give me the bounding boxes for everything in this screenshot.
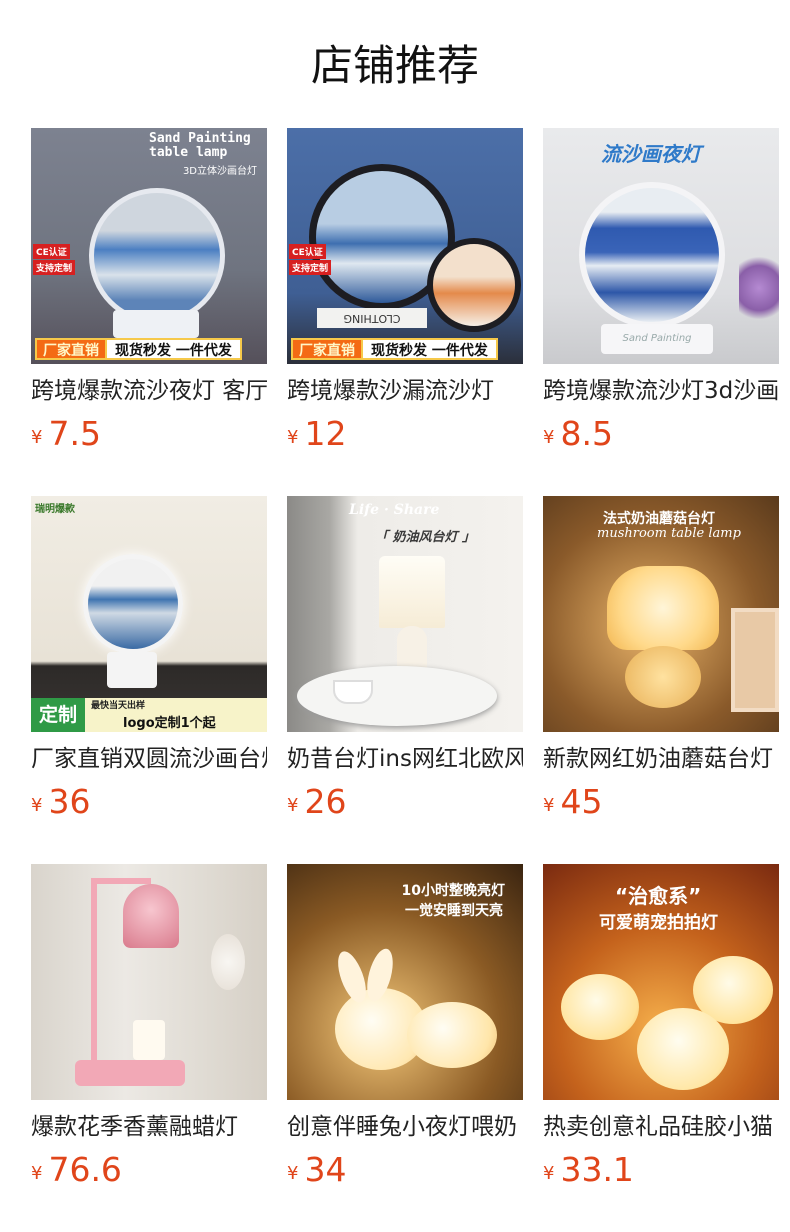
badge-factory: 厂家直销 [291,338,363,360]
product-name[interactable]: 跨境爆款流沙夜灯 客厅 [31,374,267,408]
product-card[interactable]: 10小时整晚亮灯 一觉安睡到天亮 创意伴睡兔小夜灯喂奶 ¥34 [287,864,523,1189]
currency-symbol: ¥ [543,427,555,448]
promo-badge: 厂家直销 现货秒发 一件代发 [35,338,242,360]
product-price: ¥8.5 [543,414,613,453]
product-name[interactable]: 创意伴睡兔小夜灯喂奶 [287,1110,523,1144]
currency-symbol: ¥ [31,1163,43,1184]
image-heading: Life · Share [349,502,440,518]
custom-badge: 定制 最快当天出样 logo定制1个起 [31,698,267,732]
product-name[interactable]: 厂家直销双圆流沙画台灯 [31,742,267,776]
product-image[interactable]: CLOTHING CE认证 支持定制 厂家直销 现货秒发 一件代发 [287,128,523,364]
badge-speed: 最快当天出样 [91,701,146,711]
currency-symbol: ¥ [543,795,555,816]
product-price: ¥33.1 [543,1150,634,1189]
currency-symbol: ¥ [543,1163,555,1184]
product-name[interactable]: 爆款花季香薰融蜡灯 [31,1110,267,1144]
currency-symbol: ¥ [31,427,43,448]
currency-symbol: ¥ [287,427,299,448]
tag-ce: CE认证 [33,244,70,259]
product-image[interactable]: 瑞明爆款 定制 最快当天出样 logo定制1个起 [31,496,267,732]
book: CLOTHING [317,308,427,328]
product-image[interactable]: 流沙画夜灯 Sand Painting [543,128,779,364]
product-image[interactable] [31,864,267,1100]
product-card[interactable]: 爆款花季香薰融蜡灯 ¥76.6 [31,864,267,1189]
image-sub: 「 奶油风台灯 」 [375,530,476,545]
product-price: ¥26 [287,782,347,821]
badge-factory: 厂家直销 [35,338,107,360]
image-sub: 可爱萌宠拍拍灯 [599,913,718,933]
product-card[interactable]: CLOTHING CE认证 支持定制 厂家直销 现货秒发 一件代发 跨境爆款沙漏… [287,128,523,453]
product-price: ¥12 [287,414,347,453]
image-heading: 10小时整晚亮灯 [401,883,505,899]
badge-shipping: 现货秒发 一件代发 [363,338,498,360]
product-card[interactable]: “治愈系” 可爱萌宠拍拍灯 热卖创意礼品硅胶小猫 ¥33.1 [543,864,779,1189]
product-name[interactable]: 奶昔台灯ins网红北欧风 [287,742,523,776]
product-image[interactable]: 10小时整晚亮灯 一觉安睡到天亮 [287,864,523,1100]
image-heading: Sand Painting table lamp [149,131,251,160]
image-sub: 一觉安睡到天亮 [405,903,503,919]
product-name[interactable]: 跨境爆款沙漏流沙灯 [287,374,523,408]
product-image[interactable]: 法式奶油蘑菇台灯 mushroom table lamp [543,496,779,732]
product-price: ¥45 [543,782,603,821]
promo-badge: 厂家直销 现货秒发 一件代发 [291,338,498,360]
badge-logo: logo定制1个起 [123,716,216,731]
product-card[interactable]: 瑞明爆款 定制 最快当天出样 logo定制1个起 厂家直销双圆流沙画台灯 ¥36 [31,496,267,821]
badge-custom: 定制 [31,698,86,732]
product-card[interactable]: 法式奶油蘑菇台灯 mushroom table lamp 新款网红奶油蘑菇台灯 … [543,496,779,821]
badge-shipping: 现货秒发 一件代发 [107,338,242,360]
image-heading: “治愈系” [615,884,702,908]
tag-custom: 支持定制 [33,260,76,275]
currency-symbol: ¥ [287,795,299,816]
product-price: ¥36 [31,782,91,821]
image-corner-text: 瑞明爆款 [35,504,75,515]
product-card[interactable]: 流沙画夜灯 Sand Painting 跨境爆款流沙灯3d沙画 ¥8.5 [543,128,779,453]
product-name[interactable]: 热卖创意礼品硅胶小猫 [543,1110,779,1144]
currency-symbol: ¥ [31,795,43,816]
image-sub: mushroom table lamp [597,526,741,541]
product-image[interactable]: Life · Share 「 奶油风台灯 」 [287,496,523,732]
product-image[interactable]: “治愈系” 可爱萌宠拍拍灯 [543,864,779,1100]
product-card[interactable]: Life · Share 「 奶油风台灯 」 奶昔台灯ins网红北欧风 ¥26 [287,496,523,821]
product-name[interactable]: 新款网红奶油蘑菇台灯 [543,742,779,776]
tag-custom: 支持定制 [289,260,332,275]
image-heading: 法式奶油蘑菇台灯 [603,511,715,527]
product-price: ¥7.5 [31,414,101,453]
product-price: ¥34 [287,1150,347,1189]
currency-symbol: ¥ [287,1163,299,1184]
lamp-base: Sand Painting [601,324,713,354]
tag-ce: CE认证 [289,244,326,259]
product-price: ¥76.6 [31,1150,122,1189]
product-card[interactable]: Sand Painting table lamp 3D立体沙画台灯 CE认证 支… [31,128,267,453]
image-heading: 流沙画夜灯 [601,142,701,166]
image-sub: 3D立体沙画台灯 [182,166,257,177]
product-name[interactable]: 跨境爆款流沙灯3d沙画 [543,374,779,408]
page-title: 店铺推荐 [310,41,479,90]
product-image[interactable]: Sand Painting table lamp 3D立体沙画台灯 CE认证 支… [31,128,267,364]
